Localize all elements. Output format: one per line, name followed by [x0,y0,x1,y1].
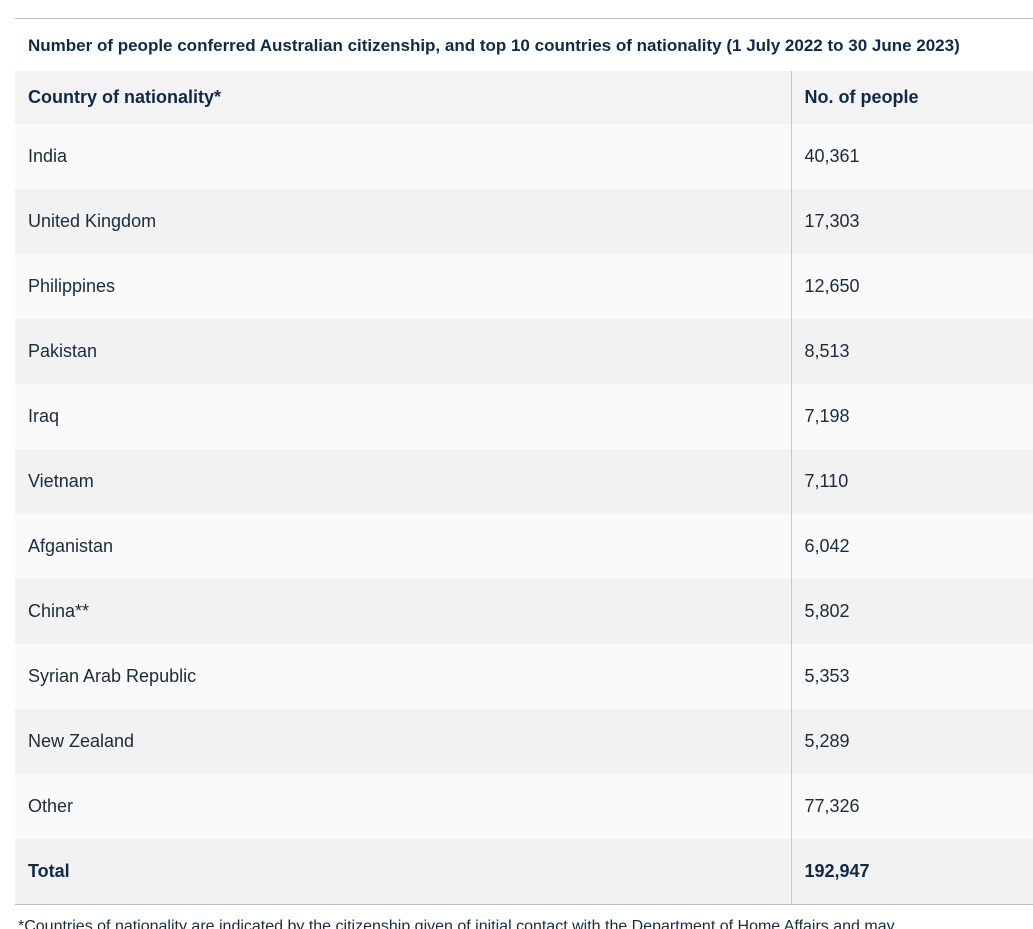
total-count: 192,947 [790,839,1033,905]
table-row: Vietnam 7,110 [15,449,1033,514]
table-row: India 40,361 [15,124,1033,189]
count-cell: 7,110 [790,449,1033,514]
count-cell: 6,042 [790,514,1033,579]
count-cell: 5,289 [790,709,1033,774]
table-row: Iraq 7,198 [15,384,1033,449]
country-cell: Vietnam [15,449,791,514]
count-cell: 40,361 [790,124,1033,189]
page: Number of people conferred Australian ci… [0,0,1033,929]
total-label: Total [15,839,791,905]
country-cell: Afganistan [15,514,791,579]
count-cell: 5,353 [790,644,1033,709]
country-cell: Syrian Arab Republic [15,644,791,709]
country-cell: Iraq [15,384,791,449]
table-row: Philippines 12,650 [15,254,1033,319]
table-caption: Number of people conferred Australian ci… [28,36,960,55]
table-header-row: Country of nationality* No. of people [15,71,1033,124]
country-cell: New Zealand [15,709,791,774]
count-cell: 12,650 [790,254,1033,319]
table-row: Pakistan 8,513 [15,319,1033,384]
top-divider [15,18,1033,19]
count-cell: 17,303 [790,189,1033,254]
table-row: Other 77,326 [15,774,1033,839]
table-row: Afganistan 6,042 [15,514,1033,579]
country-cell: China** [15,579,791,644]
total-row: Total 192,947 [15,839,1033,905]
count-cell: 77,326 [790,774,1033,839]
header-count: No. of people [790,71,1033,124]
citizenship-table: Country of nationality* No. of people In… [15,71,1033,905]
count-cell: 7,198 [790,384,1033,449]
table-row: New Zealand 5,289 [15,709,1033,774]
country-cell: Other [15,774,791,839]
country-cell: Philippines [15,254,791,319]
count-cell: 5,802 [790,579,1033,644]
count-cell: 8,513 [790,319,1033,384]
header-country: Country of nationality* [15,71,791,124]
country-cell: United Kingdom [15,189,791,254]
table-row: Syrian Arab Republic 5,353 [15,644,1033,709]
footnote: *Countries of nationality are indicated … [18,918,895,929]
table-row: China** 5,802 [15,579,1033,644]
country-cell: India [15,124,791,189]
table-row: United Kingdom 17,303 [15,189,1033,254]
country-cell: Pakistan [15,319,791,384]
